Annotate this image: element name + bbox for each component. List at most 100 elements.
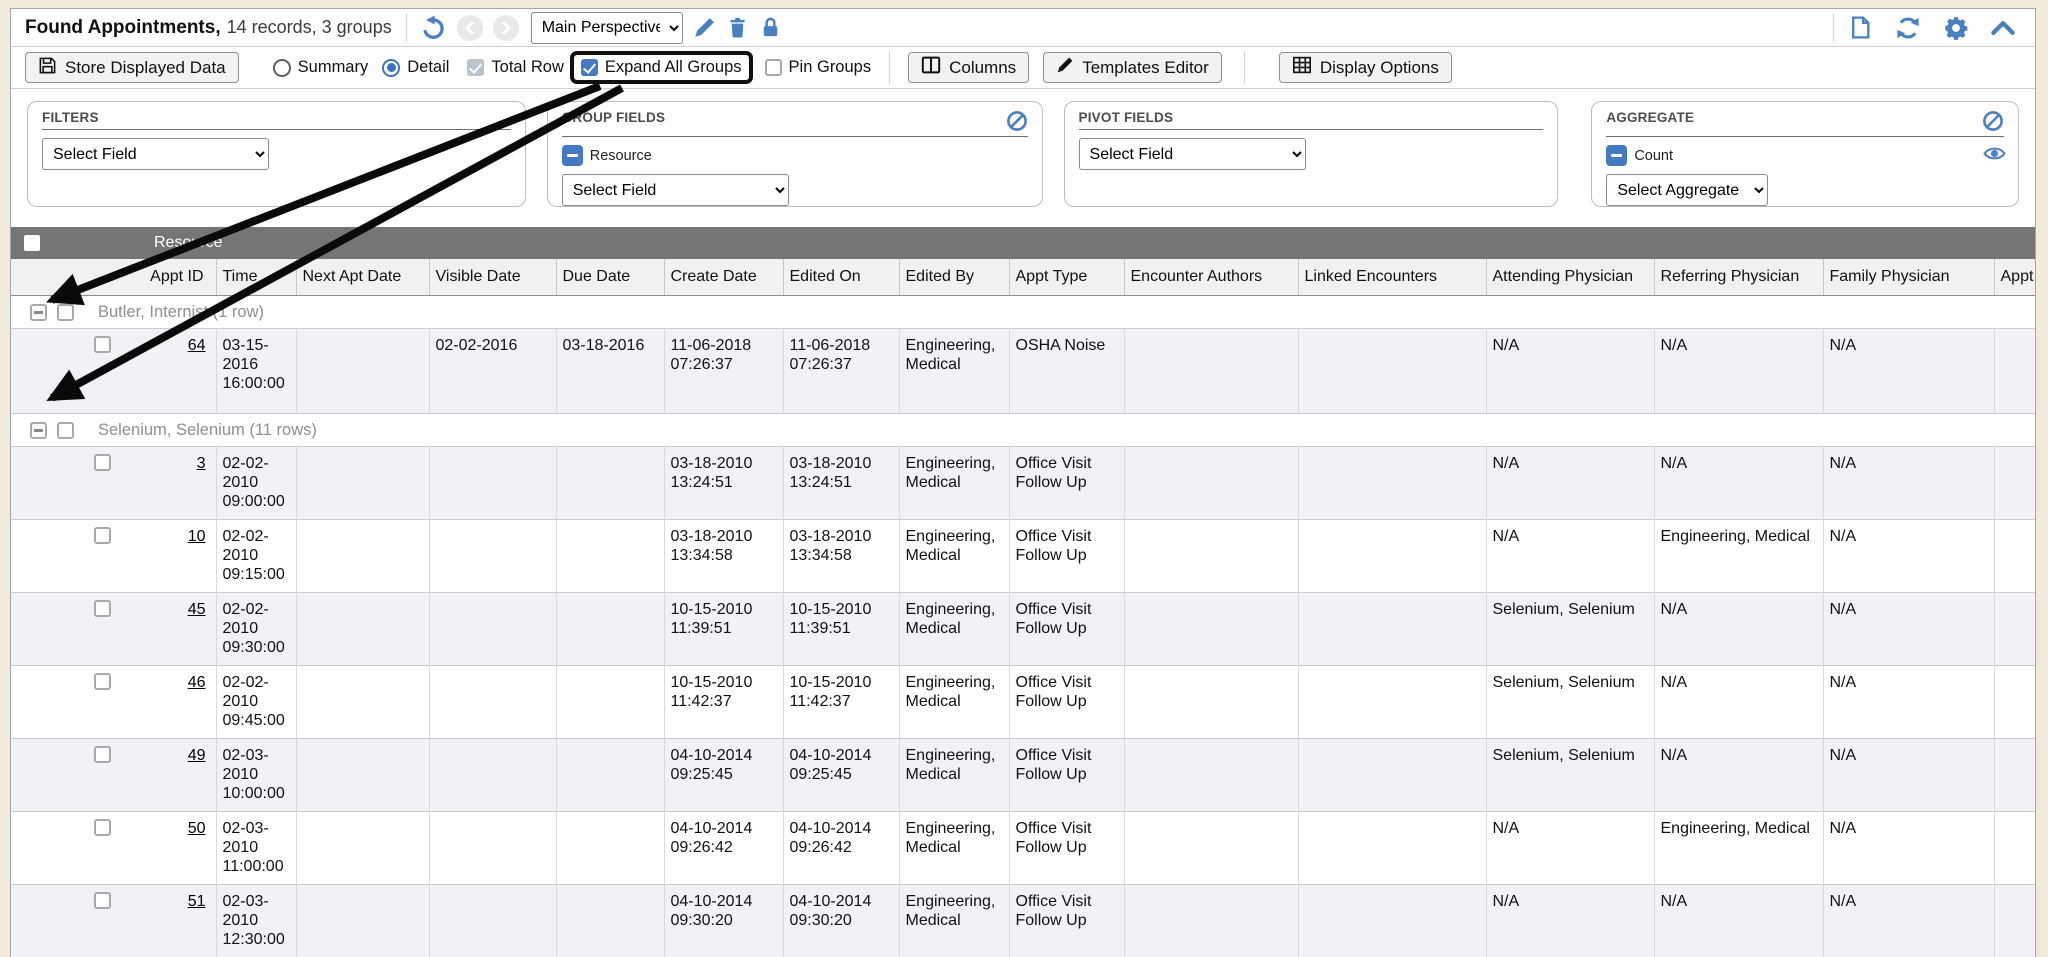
next-perspective-button[interactable]	[493, 15, 519, 41]
columns-button[interactable]: Columns	[908, 52, 1029, 83]
templates-editor-button[interactable]: Templates Editor	[1043, 52, 1222, 83]
appt-id-link[interactable]: 64	[188, 337, 206, 354]
aggregate-select[interactable]: Select Aggregate	[1606, 174, 1768, 206]
appt-id-link[interactable]: 45	[188, 601, 206, 618]
pivot-fields-select-field[interactable]: Select Field	[1079, 138, 1306, 170]
row-select-checkbox[interactable]	[94, 746, 111, 763]
cell-time: 02-03-2010 12:30:00	[216, 884, 296, 957]
cell-appt_reason	[1994, 811, 2036, 884]
summary-radio[interactable]: Summary	[273, 58, 369, 77]
total-row-checkbox-box[interactable]	[467, 59, 484, 76]
cell-create_date: 10-15-2010 11:39:51	[664, 592, 783, 665]
row-select-checkbox[interactable]	[94, 454, 111, 471]
group-expand-checkbox[interactable]	[30, 422, 47, 439]
group-label: Butler, Internist (1 row)	[98, 303, 264, 322]
refresh-icon[interactable]	[1895, 15, 1921, 41]
select-all-checkbox[interactable]	[24, 235, 40, 251]
appt-id-link[interactable]: 10	[188, 528, 206, 545]
row-select-checkbox[interactable]	[94, 819, 111, 836]
row-select-checkbox[interactable]	[94, 336, 111, 353]
detail-radio[interactable]: Detail	[382, 58, 449, 77]
collapse-chevron-up-icon[interactable]	[1991, 20, 2015, 36]
clear-aggregate-icon[interactable]	[1982, 110, 2004, 132]
column-header-attending_physician[interactable]: Attending Physician	[1486, 259, 1654, 295]
row-select-checkbox[interactable]	[94, 892, 111, 909]
cell-edited_by: Engineering, Medical	[899, 738, 1009, 811]
pin-groups-checkbox[interactable]: Pin Groups	[765, 58, 872, 77]
divider	[406, 13, 407, 42]
new-document-icon[interactable]	[1848, 15, 1873, 40]
remove-group-field-icon[interactable]	[562, 145, 583, 166]
cell-appt_id: 10	[121, 519, 216, 592]
perspective-select[interactable]: Main Perspective	[531, 12, 683, 44]
cell-edited_on: 04-10-2014 09:26:42	[783, 811, 899, 884]
table-row: 4902-03-2010 10:00:0004-10-2014 09:25:45…	[11, 738, 2036, 811]
cell-referring_physician: N/A	[1654, 328, 1823, 413]
column-header-referring_physician[interactable]: Referring Physician	[1654, 259, 1823, 295]
column-header-time[interactable]: Time	[216, 259, 296, 295]
cell-edited_on: 10-15-2010 11:39:51	[783, 592, 899, 665]
column-header-encounter_authors[interactable]: Encounter Authors	[1124, 259, 1298, 295]
aggregate-count: Count	[1606, 145, 2004, 166]
appt-id-link[interactable]: 46	[188, 674, 206, 691]
column-header-create_date[interactable]: Create Date	[664, 259, 783, 295]
column-header-linked_encounters[interactable]: Linked Encounters	[1298, 259, 1486, 295]
pin-groups-checkbox-box[interactable]	[765, 59, 782, 76]
remove-aggregate-icon[interactable]	[1606, 145, 1627, 166]
edit-perspective-icon[interactable]	[693, 16, 716, 39]
visibility-eye-icon[interactable]	[1983, 144, 2006, 163]
cell-linked_encounters	[1298, 738, 1486, 811]
clear-group-fields-icon[interactable]	[1006, 110, 1028, 132]
appt-id-link[interactable]: 49	[188, 747, 206, 764]
page-title: Found Appointments,	[25, 17, 221, 39]
summary-radio-circle[interactable]	[273, 59, 291, 77]
cell-family_physician: N/A	[1823, 446, 1994, 519]
column-header-appt_type[interactable]: Appt Type	[1009, 259, 1124, 295]
cell-appt_reason	[1994, 328, 2036, 413]
appt-id-link[interactable]: 51	[188, 893, 206, 910]
group-expand-checkbox[interactable]	[30, 304, 47, 321]
display-options-button[interactable]: Display Options	[1279, 52, 1452, 83]
column-header-next_apt_date[interactable]: Next Apt Date	[296, 259, 429, 295]
column-header-visible_date[interactable]: Visible Date	[429, 259, 556, 295]
store-displayed-data-button[interactable]: Store Displayed Data	[25, 52, 239, 83]
appt-id-link[interactable]: 3	[197, 455, 206, 472]
columns-icon	[921, 56, 941, 79]
row-select-checkbox[interactable]	[94, 600, 111, 617]
group-row: Butler, Internist (1 row)	[11, 295, 2036, 328]
row-select-checkbox[interactable]	[94, 527, 111, 544]
group-select-checkbox[interactable]	[57, 304, 74, 321]
column-header-appt_reason[interactable]: Appt Re	[1994, 259, 2036, 295]
cell-time: 02-03-2010 11:00:00	[216, 811, 296, 884]
divider	[889, 51, 890, 84]
cell-create_date: 03-18-2010 13:24:51	[664, 446, 783, 519]
delete-perspective-icon[interactable]	[726, 16, 749, 39]
row-select-checkbox[interactable]	[94, 673, 111, 690]
appointments-table: Appt IDTimeNext Apt DateVisible DateDue …	[11, 259, 2036, 957]
total-row-checkbox[interactable]: Total Row	[467, 58, 563, 77]
column-header-family_physician[interactable]: Family Physician	[1823, 259, 1994, 295]
prev-perspective-button[interactable]	[457, 15, 483, 41]
cell-encounter_authors	[1124, 811, 1298, 884]
expand-all-groups-checkbox-box[interactable]	[581, 59, 598, 76]
undo-button[interactable]	[421, 15, 447, 41]
cell-referring_physician: N/A	[1654, 884, 1823, 957]
detail-radio-circle[interactable]	[382, 59, 400, 77]
divider	[1833, 13, 1834, 42]
group-fields-select-field[interactable]: Select Field	[562, 174, 789, 206]
group-column-bar: Resource	[11, 227, 2035, 259]
cell-appt_id: 51	[121, 884, 216, 957]
settings-gear-icon[interactable]	[1943, 15, 1969, 41]
appt-id-link[interactable]: 50	[188, 820, 206, 837]
column-header-appt_id[interactable]: Appt ID	[121, 259, 216, 295]
column-header-edited_by[interactable]: Edited By	[899, 259, 1009, 295]
cell-attending_physician: N/A	[1486, 328, 1654, 413]
group-select-checkbox[interactable]	[57, 422, 74, 439]
cell-referring_physician: N/A	[1654, 592, 1823, 665]
column-header-due_date[interactable]: Due Date	[556, 259, 664, 295]
lock-perspective-icon[interactable]	[759, 16, 782, 39]
expand-all-groups-checkbox[interactable]: Expand All Groups	[581, 58, 742, 77]
cell-next_apt_date	[296, 665, 429, 738]
column-header-edited_on[interactable]: Edited On	[783, 259, 899, 295]
filters-select-field[interactable]: Select Field	[42, 138, 269, 170]
